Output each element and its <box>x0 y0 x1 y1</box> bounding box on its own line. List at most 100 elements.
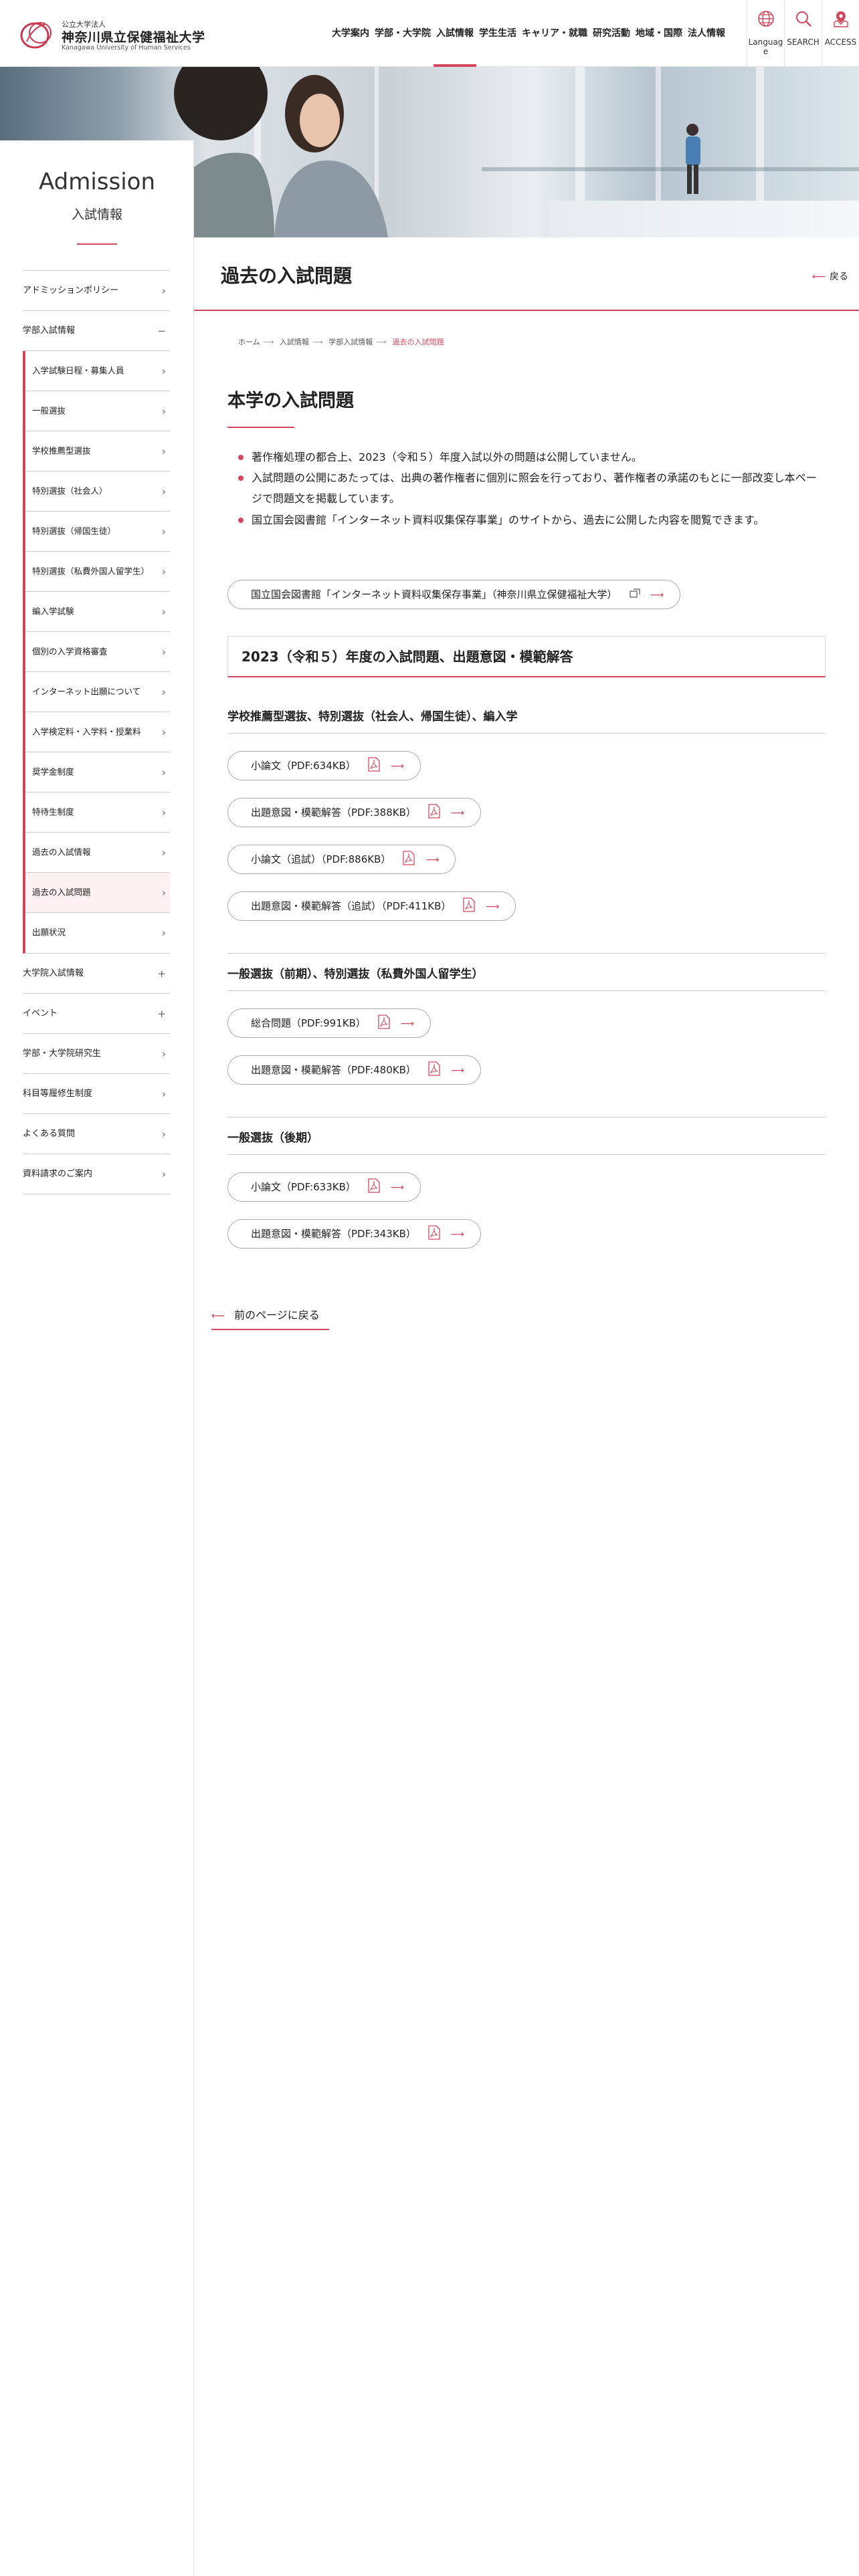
pdf-link-label: 出題意図・模範解答（追試）（PDF:411KB） <box>251 899 452 912</box>
side-sub-item[interactable]: 特待生制度 › <box>25 792 170 833</box>
pdf-icon <box>428 804 440 819</box>
pdf-icon <box>368 1178 380 1193</box>
side-sub-item[interactable]: 出願状況 › <box>25 913 170 953</box>
side-sub-item[interactable]: 編入学試験 › <box>25 592 170 632</box>
university-logo[interactable]: 公立大学法人 神奈川県立保健福祉大学 Kanagawa University o… <box>17 16 205 52</box>
pdf-download-link[interactable]: 小論文（追試）（PDF:886KB） ⟶ <box>227 844 456 874</box>
exam-group-heading: 一般選抜（後期） <box>227 1116 826 1155</box>
side-item-label: 学部入試情報 <box>23 325 76 336</box>
side-sub-item[interactable]: 特別選抜（私費外国人留学生） › <box>25 552 170 592</box>
year-section-title: 2023（令和５）年度の入試問題、出題意図・模範解答 <box>227 635 826 677</box>
side-sub-item[interactable]: 一般選抜 › <box>25 391 170 431</box>
side-item-credited-auditors[interactable]: 科目等履修生制度 › <box>23 1074 170 1114</box>
pdf-download-link[interactable]: 小論文（PDF:633KB） ⟶ <box>227 1172 421 1202</box>
breadcrumb-current: 過去の入試問題 <box>392 338 444 346</box>
chevron-right-icon: › <box>162 605 166 618</box>
collapse-icon: − <box>157 324 166 337</box>
warp-external-link[interactable]: 国立国会図書館「インターネット資料収集保存事業」（神奈川県立保健福祉大学） ⟶ <box>227 579 681 609</box>
chevron-right-icon: › <box>162 565 166 578</box>
side-item-events[interactable]: イベント + <box>23 994 170 1034</box>
side-item-graduate-admission[interactable]: 大学院入試情報 + <box>23 954 170 994</box>
global-nav: 大学案内 学部・大学院 入試情報 学生生活 キャリア・就職 研究活動 地域・国際… <box>329 0 728 67</box>
side-item-label: 学部・大学院研究生 <box>23 1048 102 1059</box>
side-sub-item[interactable]: 入学検定料・入学料・授業料 › <box>25 712 170 752</box>
arrow-right-icon: ⟶ <box>425 854 440 865</box>
warp-link-row: 国立国会図書館「インターネット資料収集保存事業」（神奈川県立保健福祉大学） ⟶ <box>227 579 826 609</box>
side-item-admission-policy[interactable]: アドミッションポリシー › <box>23 271 170 311</box>
hero-walking-person <box>686 124 700 194</box>
gnav-research[interactable]: 研究活動 <box>590 0 633 67</box>
side-sub-item-label: 出願状況 <box>32 927 66 938</box>
pdf-download-link[interactable]: 出題意図・模範解答（PDF:343KB） ⟶ <box>227 1218 481 1249</box>
breadcrumb-admission[interactable]: 入試情報 <box>280 338 309 346</box>
search-label: SEARCH <box>787 37 820 47</box>
side-item-faq[interactable]: よくある質問 › <box>23 1114 170 1154</box>
side-sub-item[interactable]: インターネット出願について › <box>25 672 170 712</box>
section-heading: 本学の入試問題 <box>227 391 354 411</box>
arrow-left-icon: ⟵ <box>812 272 826 282</box>
back-prev-row: ⟵ 前のページに戻る <box>211 1306 826 1330</box>
side-item-research-students[interactable]: 学部・大学院研究生 › <box>23 1034 170 1074</box>
side-sub-item[interactable]: 個別の入学資格審査 › <box>25 632 170 672</box>
arrow-right-icon: ⟶ <box>450 1065 464 1076</box>
pdf-download-link[interactable]: 出題意図・模範解答（PDF:388KB） ⟶ <box>227 797 481 827</box>
note-item: 著作権処理の都合上、2023（令和５）年度入試以外の問題は公開していません。 <box>227 447 826 467</box>
gnav-career[interactable]: キャリア・就職 <box>519 0 590 67</box>
gnav-faculties[interactable]: 学部・大学院 <box>372 0 434 67</box>
access-button[interactable]: ACCESS <box>822 0 859 67</box>
side-sub-item-label: 特別選抜（私費外国人留学生） <box>32 566 150 576</box>
chevron-right-icon: › <box>162 1168 166 1180</box>
access-label: ACCESS <box>824 37 857 47</box>
logo-name: 神奈川県立保健福祉大学 <box>62 30 205 45</box>
side-sub-item[interactable]: 学校推薦型選抜 › <box>25 431 170 471</box>
side-sub-item-label: インターネット出願について <box>32 686 141 697</box>
side-item-label: 資料請求のご案内 <box>23 1168 93 1179</box>
gnav-community[interactable]: 地域・国際 <box>633 0 685 67</box>
side-sub-item-current[interactable]: 過去の入試問題 › <box>25 873 170 913</box>
chevron-right-icon: › <box>162 284 166 297</box>
side-sub-item[interactable]: 奨学金制度 › <box>25 752 170 792</box>
gnav-about[interactable]: 大学案内 <box>329 0 372 67</box>
exam-group-heading: 学校推薦型選抜、特別選抜（社会人、帰国生徒）、編入学 <box>227 707 826 734</box>
gnav-admission[interactable]: 入試情報 <box>434 0 476 67</box>
side-sub-item[interactable]: 特別選抜（社会人） › <box>25 471 170 512</box>
side-item-undergrad-admission[interactable]: 学部入試情報 − <box>23 311 170 351</box>
pdf-link-label: 小論文（PDF:633KB） <box>251 1180 356 1193</box>
pdf-download-link[interactable]: 小論文（PDF:634KB） ⟶ <box>227 750 421 780</box>
breadcrumb-undergrad-admission[interactable]: 学部入試情報 <box>328 338 373 346</box>
search-button[interactable]: SEARCH <box>784 0 822 67</box>
side-sub-item-label: 編入学試験 <box>32 606 74 617</box>
gnav-corporate[interactable]: 法人情報 <box>685 0 728 67</box>
side-sub-item[interactable]: 過去の入試情報 › <box>25 833 170 873</box>
pdf-download-link[interactable]: 出題意図・模範解答（追試）（PDF:411KB） ⟶ <box>227 891 516 921</box>
pdf-download-link[interactable]: 総合問題（PDF:991KB） ⟶ <box>227 1008 431 1038</box>
side-sub-item-label: 特待生制度 <box>32 807 74 817</box>
side-title-underline <box>77 243 117 245</box>
note-item: 入試問題の公開にあたっては、出典の著作権者に個別に照会を行っており、著作権者の承… <box>227 467 826 509</box>
pdf-icon <box>428 1225 440 1240</box>
side-sub-item-label: 特別選抜（帰国生徒） <box>32 526 116 536</box>
pdf-icon <box>368 757 380 772</box>
pdf-download-link[interactable]: 出題意図・模範解答（PDF:480KB） ⟶ <box>227 1055 481 1085</box>
arrow-right-icon: ⟶ <box>650 589 664 601</box>
search-icon <box>795 11 812 27</box>
side-sub-item-label: 特別選抜（社会人） <box>32 486 108 496</box>
language-button[interactable]: Language <box>747 0 784 67</box>
note-item: 国立国会図書館「インターネット資料収集保存事業」のサイトから、過去に公開した内容… <box>227 510 826 530</box>
pdf-link-label: 出題意図・模範解答（PDF:343KB） <box>251 1227 416 1240</box>
pdf-icon <box>463 897 476 912</box>
gnav-campus-life[interactable]: 学生生活 <box>476 0 519 67</box>
side-sub-item-label: 過去の入試情報 <box>32 847 91 857</box>
side-sub-item[interactable]: 特別選抜（帰国生徒） › <box>25 512 170 552</box>
side-sub-item[interactable]: 入学試験日程・募集人員 › <box>25 351 170 391</box>
file-link-row: 出題意図・模範解答（PDF:343KB） ⟶ <box>227 1218 826 1249</box>
breadcrumb-home[interactable]: ホーム <box>238 338 260 346</box>
page-title: 過去の入試問題 <box>221 265 353 287</box>
back-prev-page-link[interactable]: ⟵ 前のページに戻る <box>211 1306 329 1330</box>
back-link[interactable]: ⟵ 戻る <box>812 270 848 283</box>
chevron-right-icon: › <box>162 766 166 778</box>
side-item-label: 科目等履修生制度 <box>23 1088 93 1099</box>
side-item-request-materials[interactable]: 資料請求のご案内 › <box>23 1154 170 1194</box>
side-sub-item-label: 個別の入学資格審査 <box>32 646 108 657</box>
side-item-label: イベント <box>23 1008 58 1018</box>
